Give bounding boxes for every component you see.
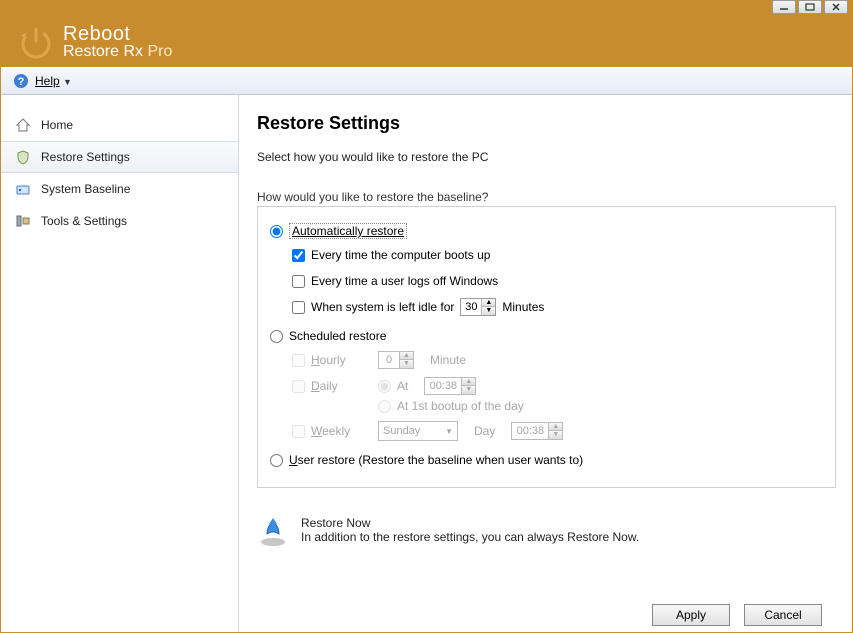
sidebar-item-restore-settings[interactable]: Restore Settings — [1, 141, 238, 173]
apply-button[interactable]: Apply — [652, 604, 730, 626]
spinner-down-icon[interactable]: ▼ — [548, 431, 562, 439]
svg-text:?: ? — [18, 76, 25, 88]
sidebar: Home Restore Settings System Baseline To… — [1, 95, 239, 632]
checkbox-daily-label: Daily — [311, 379, 338, 393]
shield-icon — [15, 149, 31, 165]
tools-icon — [15, 213, 31, 229]
maximize-button[interactable] — [798, 0, 822, 14]
weekly-time-spinner[interactable]: 00:38 ▲▼ — [511, 422, 563, 440]
radio-user-restore[interactable] — [270, 454, 283, 467]
checkbox-weekly-label: Weekly — [311, 424, 350, 438]
help-icon: ? — [13, 73, 29, 89]
sidebar-item-label: Home — [41, 118, 73, 132]
sidebar-item-label: Restore Settings — [41, 150, 130, 164]
checkbox-daily[interactable] — [292, 380, 305, 393]
checkbox-hourly-label: HHourlyourly — [311, 353, 346, 367]
idle-minutes-spinner[interactable]: 30 ▲▼ — [460, 298, 496, 316]
sidebar-item-label: Tools & Settings — [41, 214, 127, 228]
radio-daily-at-label: At — [397, 379, 408, 393]
sidebar-item-tools-settings[interactable]: Tools & Settings — [1, 205, 238, 237]
spinner-down-icon[interactable]: ▼ — [399, 360, 413, 368]
menubar: ? Help ▼ — [1, 67, 852, 95]
radio-scheduled-restore[interactable] — [270, 330, 283, 343]
cancel-button[interactable]: Cancel — [744, 604, 822, 626]
checkbox-bootup-label: Every time the computer boots up — [311, 248, 490, 262]
checkbox-logoff[interactable] — [292, 275, 305, 288]
spinner-up-icon[interactable]: ▲ — [481, 299, 495, 307]
page-description: Select how you would like to restore the… — [257, 150, 836, 164]
app-title-line2: Restore Rx Pro — [63, 44, 172, 60]
sidebar-item-home[interactable]: Home — [1, 109, 238, 141]
spinner-up-icon[interactable]: ▲ — [461, 378, 475, 386]
radio-scheduled-restore-label: Scheduled restore — [289, 329, 386, 343]
sidebar-item-label: System Baseline — [41, 182, 130, 196]
spinner-up-icon[interactable]: ▲ — [399, 352, 413, 360]
hourly-spinner[interactable]: 0 ▲▼ — [378, 351, 414, 369]
baseline-icon — [15, 181, 31, 197]
restore-now-subtitle: In addition to the restore settings, you… — [301, 530, 639, 544]
app-header: Reboot Restore Rx Pro — [1, 17, 852, 67]
help-menu[interactable]: Help ▼ — [35, 74, 72, 88]
radio-daily-bootup-label: At 1st bootup of the day — [397, 399, 524, 413]
sidebar-item-system-baseline[interactable]: System Baseline — [1, 173, 238, 205]
reboot-icon — [17, 23, 55, 61]
fieldset-question: How would you like to restore the baseli… — [257, 190, 836, 204]
hourly-unit-label: Minute — [430, 353, 466, 367]
idle-unit-label: Minutes — [502, 300, 544, 314]
spinner-down-icon[interactable]: ▼ — [461, 386, 475, 394]
checkbox-hourly[interactable] — [292, 354, 305, 367]
radio-user-restore-label: User restore (Restore the baseline when … — [289, 453, 583, 467]
radio-daily-at[interactable] — [378, 380, 391, 393]
main-panel: Restore Settings Select how you would li… — [239, 95, 852, 632]
restore-options-fieldset: Automatically restore Every time the com… — [257, 206, 836, 488]
spinner-down-icon[interactable]: ▼ — [481, 307, 495, 315]
daily-time-spinner[interactable]: 00:38 ▲▼ — [424, 377, 476, 395]
page-title: Restore Settings — [257, 113, 836, 134]
close-button[interactable] — [824, 0, 848, 14]
radio-daily-bootup[interactable] — [378, 400, 391, 413]
radio-auto-restore[interactable] — [270, 225, 283, 238]
restore-now-icon — [257, 516, 289, 551]
spinner-up-icon[interactable]: ▲ — [548, 423, 562, 431]
radio-auto-restore-label: Automatically restore — [289, 223, 407, 239]
weekly-day-label: Day — [474, 424, 495, 438]
restore-now-title: Restore Now — [301, 516, 639, 530]
checkbox-idle[interactable] — [292, 301, 305, 314]
checkbox-weekly[interactable] — [292, 425, 305, 438]
weekly-day-combo[interactable]: Sunday ▼ — [378, 421, 458, 441]
home-icon — [15, 117, 31, 133]
window-titlebar — [1, 1, 852, 17]
minimize-button[interactable] — [772, 0, 796, 14]
chevron-down-icon: ▼ — [445, 427, 453, 436]
radio-auto-restore-row: Automatically restore — [270, 223, 823, 239]
checkbox-logoff-label: Every time a user logs off Windows — [311, 274, 498, 288]
restore-now-section: Restore Now In addition to the restore s… — [257, 516, 836, 551]
chevron-down-icon: ▼ — [63, 77, 72, 87]
checkbox-bootup[interactable] — [292, 249, 305, 262]
checkbox-idle-label: When system is left idle for — [311, 300, 454, 314]
app-logo: Reboot Restore Rx Pro — [17, 23, 172, 61]
app-title-line1: Reboot — [63, 24, 172, 44]
